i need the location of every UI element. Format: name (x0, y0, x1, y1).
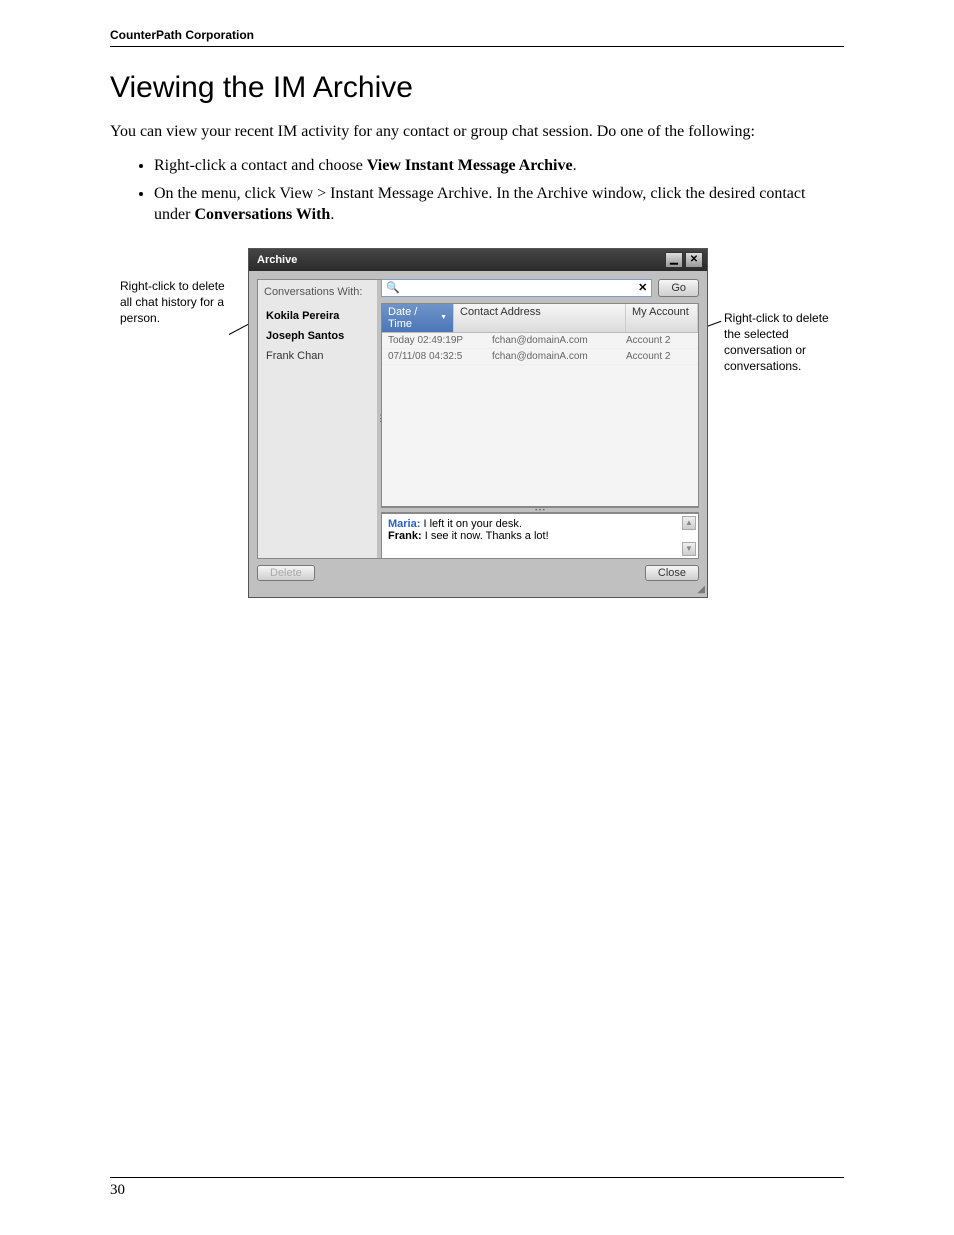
delete-button[interactable]: Delete (257, 565, 315, 581)
instruction-item: Right-click a contact and choose View In… (154, 155, 844, 177)
text-span: . (330, 206, 334, 223)
table-body: Today 02:49:19P fchan@domainA.com Accoun… (382, 333, 698, 506)
message-sender: Maria (388, 518, 417, 530)
instruction-list: Right-click a contact and choose View In… (110, 155, 844, 226)
contacts-panel: Conversations With: Kokila Pereira Josep… (257, 279, 377, 559)
cell-account: Account 2 (626, 351, 698, 362)
table-header: Date / Time ▼ Contact Address My Account (382, 304, 698, 333)
cell-account: Account 2 (626, 335, 698, 346)
intro-paragraph: You can view your recent IM activity for… (110, 123, 844, 141)
resize-grip-icon[interactable]: ◢ (697, 584, 705, 595)
message-text: I see it now. Thanks a lot! (425, 530, 549, 542)
close-button[interactable]: ✕ (685, 252, 703, 268)
footer-rule (110, 1177, 844, 1178)
text-span: . (573, 157, 577, 174)
column-account[interactable]: My Account (626, 304, 698, 332)
window-title: Archive (257, 254, 297, 266)
column-contact[interactable]: Contact Address (454, 304, 626, 332)
search-row: 🔍 ✕ Go (381, 279, 699, 303)
bold-text: Conversations With (194, 206, 330, 223)
scrollbar[interactable]: ▲ ▼ (682, 516, 696, 556)
sort-icon: ▼ (440, 314, 447, 321)
message-text: I left it on your desk. (423, 518, 521, 530)
close-dialog-button[interactable]: Close (645, 565, 699, 581)
search-input[interactable]: 🔍 ✕ (381, 279, 652, 297)
doc-header: CounterPath Corporation (110, 28, 844, 42)
instruction-item: On the menu, click View > Instant Messag… (154, 183, 844, 226)
message-sender: Frank (388, 530, 418, 542)
window-body: Conversations With: Kokila Pereira Josep… (249, 271, 707, 597)
column-date[interactable]: Date / Time ▼ (382, 304, 454, 332)
contact-item[interactable]: Kokila Pereira (258, 306, 377, 326)
callout-left: Right-click to delete all chat history f… (120, 278, 238, 327)
cell-date: Today 02:49:19P (382, 335, 492, 346)
search-icon: 🔍 (386, 281, 400, 294)
text-span: Right-click a contact and choose (154, 157, 367, 174)
contact-item[interactable]: Frank Chan (258, 346, 377, 366)
page-title: Viewing the IM Archive (110, 71, 844, 105)
scroll-up-icon[interactable]: ▲ (682, 516, 696, 530)
message-line: Frank: I see it now. Thanks a lot! (388, 530, 692, 542)
titlebar[interactable]: Archive ▁ ✕ (249, 249, 707, 271)
message-line: Maria: I left it on your desk. (388, 518, 692, 530)
conversations-with-label: Conversations With: (258, 280, 377, 304)
archive-window: Archive ▁ ✕ Conversations With: Kokila P… (248, 248, 708, 598)
go-button[interactable]: Go (658, 279, 699, 297)
page-number: 30 (110, 1182, 844, 1199)
bold-text: View Instant Message Archive (367, 157, 573, 174)
table-row[interactable]: 07/11/08 04:32:5 fchan@domainA.com Accou… (382, 349, 698, 365)
contact-list: Kokila Pereira Joseph Santos Frank Chan (258, 304, 377, 366)
conversation-panel: 🔍 ✕ Go Date / Time ▼ Contact Address My A… (381, 279, 699, 559)
table-row[interactable]: Today 02:49:19P fchan@domainA.com Accoun… (382, 333, 698, 349)
scroll-down-icon[interactable]: ▼ (682, 542, 696, 556)
callout-right: Right-click to delete the selected conve… (724, 310, 836, 375)
cell-contact: fchan@domainA.com (492, 351, 626, 362)
minimize-button[interactable]: ▁ (665, 252, 683, 268)
header-rule (110, 46, 844, 47)
cell-contact: fchan@domainA.com (492, 335, 626, 346)
column-label: Date / Time (388, 306, 436, 330)
page-footer: 30 (110, 1177, 844, 1199)
figure-wrapper: Right-click to delete all chat history f… (110, 248, 844, 608)
contact-item[interactable]: Joseph Santos (258, 326, 377, 346)
conversation-table: Date / Time▼ Contact Address My Account … (381, 303, 699, 507)
cell-date: 07/11/08 04:32:5 (382, 351, 492, 362)
message-view: Maria: I left it on your desk. Frank: I … (381, 513, 699, 559)
window-footer: Delete Close (257, 559, 699, 581)
clear-search-icon[interactable]: ✕ (638, 281, 647, 294)
